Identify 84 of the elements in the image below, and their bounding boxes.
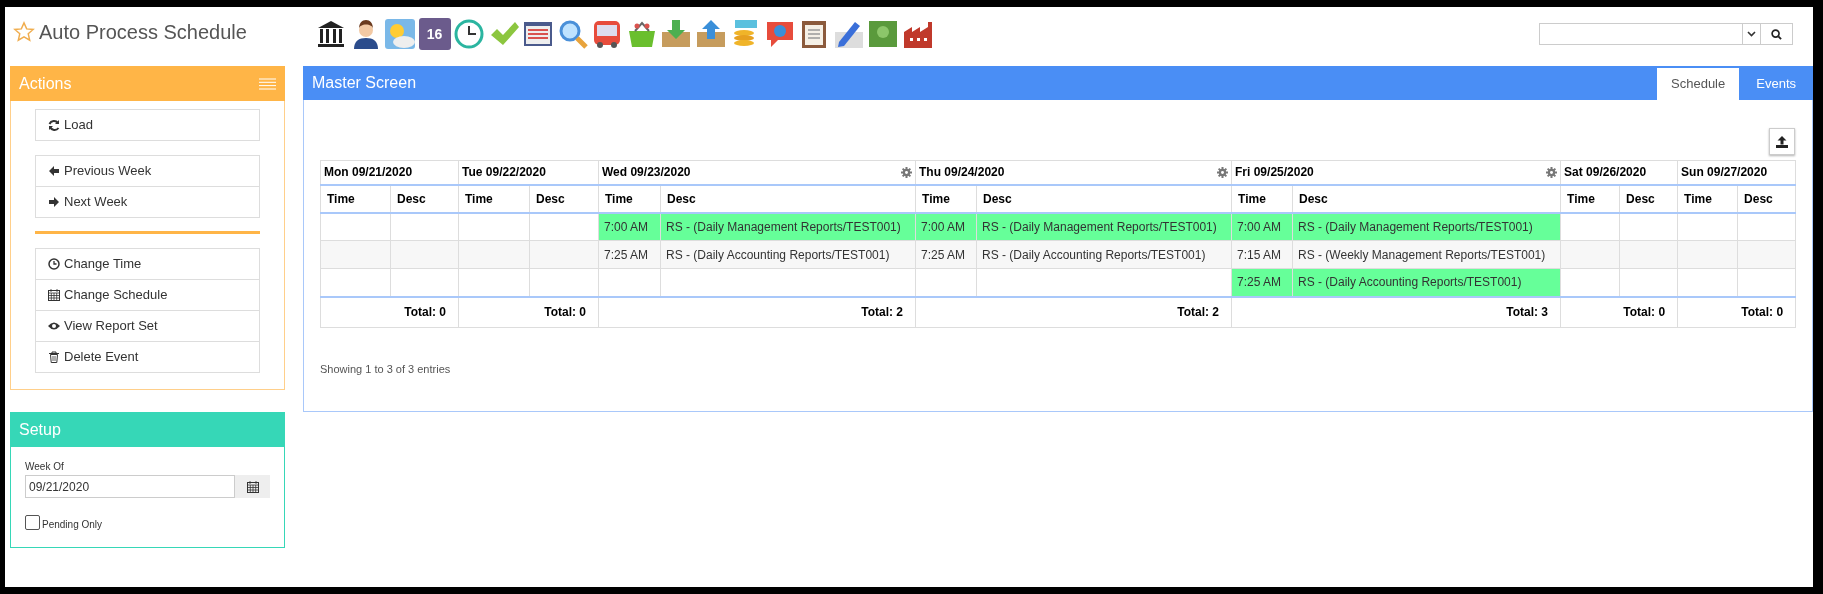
calendar-icon[interactable]: 16 bbox=[418, 18, 451, 50]
gear-icon[interactable] bbox=[1546, 166, 1558, 178]
calendar-button[interactable] bbox=[235, 475, 270, 498]
time-cell: 7:15 AM bbox=[1231, 240, 1293, 269]
gear-icon[interactable] bbox=[901, 166, 912, 178]
time-cell: 7:25 AM bbox=[915, 240, 977, 269]
column-header: Time bbox=[915, 184, 977, 213]
event-cell: RS - (Daily Management Reports/TEST001) bbox=[976, 212, 1232, 241]
column-header: Desc bbox=[390, 184, 459, 213]
total-cell: Total: 0 bbox=[458, 296, 599, 328]
calendar-icon bbox=[48, 289, 60, 301]
trash-icon bbox=[48, 351, 60, 363]
arrow-right-icon bbox=[48, 196, 60, 208]
day-label: Tue 09/22/2020 bbox=[462, 164, 546, 182]
table-info: Showing 1 to 3 of 3 entries bbox=[320, 362, 451, 377]
total-cell: Total: 2 bbox=[915, 296, 1232, 328]
action-button[interactable]: Delete Event bbox=[35, 341, 260, 373]
column-header: Desc bbox=[1737, 184, 1796, 213]
panel-title: Actions bbox=[19, 73, 72, 94]
total-cell: Total: 0 bbox=[320, 296, 459, 328]
time-cell: 7:00 AM bbox=[915, 212, 977, 241]
calendar-icon bbox=[246, 480, 259, 493]
day-label: Mon 09/21/2020 bbox=[324, 164, 413, 182]
time-cell: 7:25 AM bbox=[1231, 268, 1293, 297]
export-button[interactable] bbox=[1769, 128, 1795, 155]
clock-icon bbox=[48, 258, 60, 270]
panel-title: Setup bbox=[19, 419, 61, 440]
event-cell: RS - (Daily Management Reports/TEST001) bbox=[660, 212, 916, 241]
day-label: Sat 09/26/2020 bbox=[1564, 164, 1647, 182]
action-button[interactable]: Change Time bbox=[35, 248, 260, 280]
upload-icon bbox=[1776, 135, 1788, 148]
checkbox-label: Pending Only bbox=[42, 519, 103, 530]
date-field[interactable]: 09/21/2020 bbox=[25, 475, 235, 498]
event-cell: RS - (Daily Accounting Reports/TEST001) bbox=[976, 240, 1232, 269]
event-cell: RS - (Daily Accounting Reports/TEST001) bbox=[1292, 268, 1561, 297]
arrow-left-icon bbox=[48, 165, 60, 177]
total-cell: Total: 0 bbox=[1677, 296, 1796, 328]
time-cell: 7:00 AM bbox=[1231, 212, 1293, 241]
caret-icon bbox=[1747, 31, 1756, 37]
total-cell: Total: 2 bbox=[598, 296, 916, 328]
star-icon[interactable] bbox=[13, 21, 35, 43]
day-label: Sun 09/27/2020 bbox=[1681, 164, 1768, 182]
search-icon bbox=[1771, 28, 1782, 40]
event-cell: RS - (Weekly Management Reports/TEST001) bbox=[1292, 240, 1561, 269]
column-header: Desc bbox=[976, 184, 1232, 213]
column-header: Time bbox=[1231, 184, 1293, 213]
field-label: Week Of bbox=[25, 461, 65, 473]
total-cell: Total: 3 bbox=[1231, 296, 1561, 328]
column-header: Time bbox=[1560, 184, 1620, 213]
action-button[interactable]: View Report Set bbox=[35, 310, 260, 342]
page-title: Auto Process Schedule bbox=[39, 20, 247, 45]
column-header: Desc bbox=[1619, 184, 1678, 213]
column-header: Time bbox=[598, 184, 661, 213]
action-button[interactable]: Next Week bbox=[35, 186, 260, 218]
download-box-icon[interactable] bbox=[660, 18, 692, 50]
action-button[interactable]: Change Schedule bbox=[35, 279, 260, 311]
day-label: Wed 09/23/2020 bbox=[602, 164, 691, 182]
time-cell: 7:25 AM bbox=[598, 240, 661, 269]
checkbox[interactable] bbox=[25, 515, 40, 530]
eye-icon bbox=[48, 320, 60, 332]
upload-box-icon[interactable] bbox=[694, 18, 727, 50]
action-button[interactable]: Load bbox=[35, 109, 260, 141]
gear-icon[interactable] bbox=[1217, 166, 1229, 178]
day-label: Fri 09/25/2020 bbox=[1235, 164, 1314, 182]
bank-icon[interactable] bbox=[315, 18, 347, 50]
tab[interactable]: Schedule bbox=[1657, 68, 1740, 100]
column-header: Time bbox=[458, 184, 530, 213]
column-header: Desc bbox=[529, 184, 599, 213]
event-cell: RS - (Daily Accounting Reports/TEST001) bbox=[660, 240, 916, 269]
column-header: Desc bbox=[1292, 184, 1561, 213]
action-button[interactable]: Previous Week bbox=[35, 155, 260, 187]
search-field[interactable] bbox=[1539, 23, 1793, 45]
bus-icon[interactable] bbox=[591, 18, 623, 50]
column-header: Time bbox=[320, 184, 391, 213]
event-cell: RS - (Daily Management Reports/TEST001) bbox=[1292, 212, 1561, 241]
time-cell: 7:00 AM bbox=[598, 212, 661, 241]
column-header: Time bbox=[1677, 184, 1738, 213]
clock-icon[interactable] bbox=[453, 18, 485, 50]
panel-title: Master Screen bbox=[312, 73, 417, 93]
banknote-icon[interactable] bbox=[867, 18, 899, 50]
refresh-icon bbox=[48, 119, 60, 131]
column-header: Desc bbox=[660, 184, 916, 213]
day-label: Thu 09/24/2020 bbox=[919, 164, 1005, 182]
total-cell: Total: 0 bbox=[1560, 296, 1678, 328]
